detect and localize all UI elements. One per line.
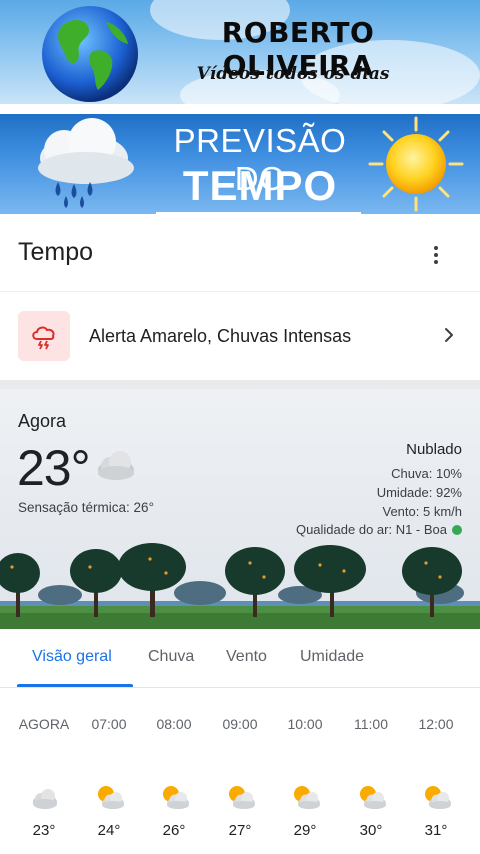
alert-text: Alerta Amarelo, Chuvas Intensas: [89, 326, 352, 346]
hour-time: 07:00: [91, 716, 127, 732]
partly-cloudy-icon: [98, 786, 124, 809]
now-label: Agora: [18, 411, 67, 431]
hour-temp: 24°: [97, 822, 121, 839]
humidity: Umidade: 92%: [376, 485, 462, 500]
partly-cloudy-icon: [294, 786, 320, 809]
feels-like: Sensação térmica: 26°: [18, 500, 154, 515]
partly-cloudy-icon: [163, 786, 189, 809]
tab-bar: Visão geral Chuva Vento Umidade: [0, 630, 480, 688]
hourly-item[interactable]: 10:00 29°: [272, 688, 338, 854]
hour-temp: 26°: [162, 822, 186, 839]
rain-cloud-icon: [38, 118, 134, 208]
air-quality-dot: [452, 525, 462, 535]
hourly-item[interactable]: 08:00 26°: [141, 688, 207, 854]
storm-alert-icon: [18, 311, 70, 361]
hour-temp: 27°: [228, 822, 252, 839]
sun-icon: [368, 116, 464, 212]
condition-name: Nublado: [406, 441, 462, 458]
hour-temp: 23°: [32, 822, 56, 839]
hour-temp: 31°: [424, 822, 448, 839]
hourly-item[interactable]: 09:00 27°: [207, 688, 273, 854]
section-divider: [0, 380, 480, 389]
tab-humidity[interactable]: Umidade: [300, 648, 364, 666]
channel-banner: ROBERTO OLIVEIRA Vídeos todos os dias: [0, 0, 480, 104]
hourly-forecast: AGORA 23° 07:00 24° 08:00 26° 09:00 27° …: [0, 688, 480, 854]
hour-time: 09:00: [222, 716, 258, 732]
cloudy-icon: [98, 451, 134, 480]
hour-time: 11:00: [354, 716, 388, 732]
current-conditions: Agora 23° Sensação térmica: 26° Nublado …: [0, 389, 480, 629]
partly-cloudy-icon: [229, 786, 255, 809]
forecast-banner: PREVISÃO DO TEMPO: [0, 114, 480, 214]
hourly-item[interactable]: 11:00 30°: [338, 688, 404, 854]
hour-time: 12:00: [418, 716, 454, 732]
hourly-item[interactable]: 12:00 31°: [403, 688, 469, 854]
more-vert-icon[interactable]: [424, 240, 448, 270]
air-quality: Qualidade do ar: N1 - Boa: [296, 522, 462, 537]
partly-cloudy-icon: [425, 786, 451, 809]
tab-wind[interactable]: Vento: [226, 648, 267, 666]
rain-chance: Chuva: 10%: [391, 466, 462, 481]
app-header: Tempo: [0, 216, 480, 292]
hour-time: 08:00: [156, 716, 192, 732]
hour-temp: 29°: [293, 822, 317, 839]
hourly-item[interactable]: 07:00 24°: [76, 688, 142, 854]
channel-tagline: Vídeos todos os dias: [196, 64, 390, 84]
hour-temp: 30°: [359, 822, 383, 839]
air-quality-label: Qualidade do ar: N1 - Boa: [295, 522, 447, 537]
tab-rain[interactable]: Chuva: [148, 648, 194, 666]
hour-time: AGORA: [18, 716, 70, 732]
active-tab-indicator: [17, 684, 133, 687]
wind-speed: Vento: 5 km/h: [382, 504, 463, 519]
partly-cloudy-icon: [360, 786, 386, 809]
tab-overview[interactable]: Visão geral: [32, 648, 112, 666]
weather-alert-row[interactable]: Alerta Amarelo, Chuvas Intensas: [0, 293, 480, 379]
hour-time: 10:00: [287, 716, 323, 732]
cloudy-icon: [33, 789, 57, 809]
hourly-item[interactable]: AGORA 23°: [11, 688, 77, 854]
globe-icon: [42, 6, 138, 102]
current-temperature: 23°: [17, 440, 91, 496]
forecast-banner-line2: TEMPO: [182, 162, 338, 209]
weather-scene-illustration: [0, 543, 480, 629]
banner-divider: [0, 104, 480, 114]
forecast-banner-underline: [156, 212, 361, 214]
chevron-right-icon: [445, 328, 453, 342]
page-title: Tempo: [18, 238, 94, 266]
